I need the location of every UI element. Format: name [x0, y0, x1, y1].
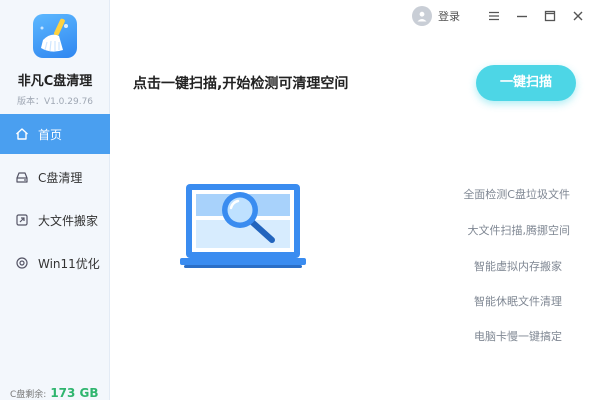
sidebar-item-big-file-move[interactable]: 大文件搬家: [0, 200, 110, 240]
laptop-search-icon: [180, 176, 320, 280]
feature-item: 智能休眠文件清理: [474, 295, 562, 308]
feature-item: 大文件扫描,腾挪空间: [467, 224, 571, 237]
optimize-icon: [14, 255, 30, 271]
login-link[interactable]: 登录: [438, 8, 460, 24]
title-bar: 登录: [412, 6, 586, 26]
home-icon: [14, 126, 30, 142]
maximize-icon[interactable]: [542, 8, 558, 24]
page-title: 点击一键扫描,开始检测可清理空间: [133, 76, 349, 92]
feature-item: 全面检测C盘垃圾文件: [463, 188, 570, 201]
menu-icon[interactable]: [486, 8, 502, 24]
broom-icon: [33, 14, 77, 58]
app-name: 非凡C盘清理: [17, 74, 93, 89]
disk-free-info: C盘剩余: 173 GB: [10, 386, 99, 400]
disk-icon: [14, 169, 30, 185]
app-version: 版本：V1.0.29.76: [16, 97, 94, 107]
feature-item: 智能虚拟内存搬家: [474, 260, 562, 273]
disk-free-label: C盘剩余:: [10, 390, 47, 400]
disk-free-value: 173 GB: [50, 386, 99, 400]
sidebar-item-label: C盘清理: [38, 170, 83, 185]
move-icon: [14, 212, 30, 228]
avatar[interactable]: [412, 6, 432, 26]
sidebar-item-home[interactable]: 首页: [0, 114, 110, 154]
sidebar: 非凡C盘清理 版本：V1.0.29.76 首页 C盘清理 大文件搬家 Win11…: [0, 0, 110, 400]
feature-item: 电脑卡慢一键搞定: [474, 330, 562, 343]
sidebar-item-label: 首页: [38, 127, 63, 142]
close-icon[interactable]: [570, 8, 586, 24]
sidebar-item-win11-optimize[interactable]: Win11优化: [0, 243, 110, 283]
sidebar-item-label: Win11优化: [38, 256, 100, 271]
one-click-scan-button[interactable]: 一键扫描: [476, 65, 576, 101]
minimize-icon[interactable]: [514, 8, 530, 24]
sidebar-item-label: 大文件搬家: [38, 213, 99, 228]
sidebar-item-c-clean[interactable]: C盘清理: [0, 157, 110, 197]
